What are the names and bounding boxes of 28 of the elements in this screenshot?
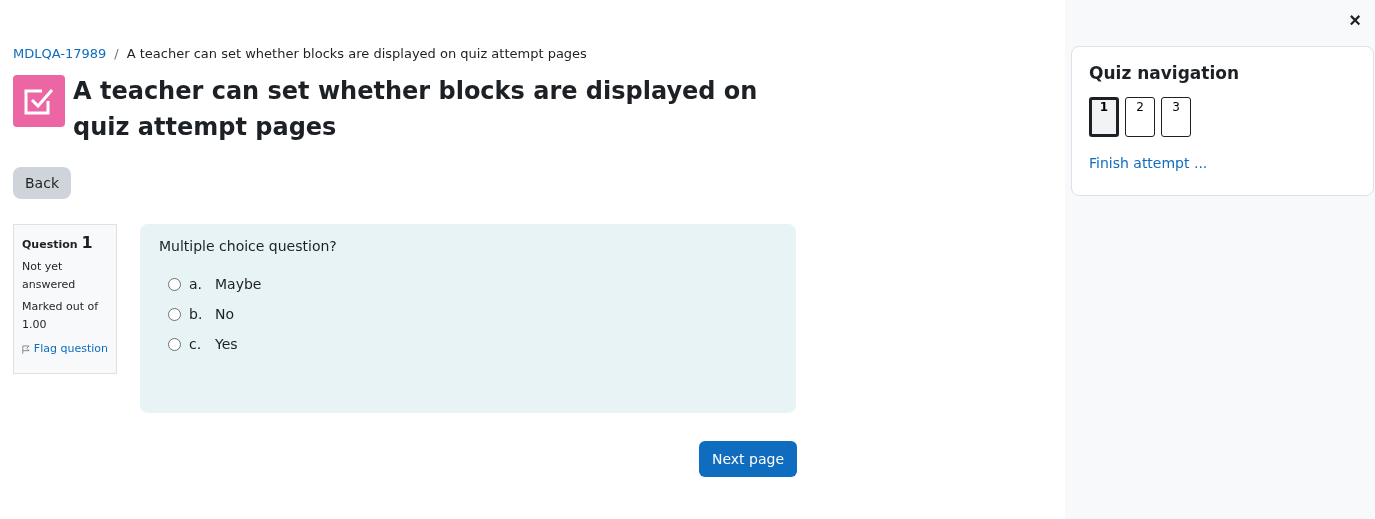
close-button[interactable]: × — [1349, 10, 1361, 30]
breadcrumb-link[interactable]: MDLQA-17989 — [13, 46, 107, 61]
question-status: Not yet answered — [22, 259, 77, 293]
breadcrumb-separator: / — [114, 46, 119, 61]
question-number-button[interactable]: 2 — [1125, 97, 1155, 137]
question-number-button[interactable]: 3 — [1161, 97, 1191, 137]
quiz-icon — [13, 75, 65, 127]
next-page-button[interactable]: Next page — [698, 441, 797, 477]
question-label: Question 1 — [22, 234, 94, 254]
option-letter: b. — [189, 306, 204, 322]
option-letter: a. — [189, 276, 204, 292]
option-label: No — [215, 306, 235, 322]
radio-button[interactable] — [168, 307, 181, 321]
question-text: Multiple choice question? — [159, 238, 338, 254]
card-title: Quiz navigation — [1089, 63, 1241, 83]
back-button[interactable]: Back — [13, 167, 71, 199]
flag-icon — [22, 343, 30, 355]
question-marks: Marked out of 1.00 — [22, 299, 100, 333]
option-label: Yes — [215, 336, 238, 352]
radio-button[interactable] — [168, 277, 181, 291]
option-label: Maybe — [215, 276, 262, 292]
breadcrumb-current: A teacher can set whether blocks are displayed on quiz attempt pages — [126, 46, 587, 61]
finish-attempt-link[interactable]: Finish attempt ... — [1089, 155, 1356, 171]
radio-button[interactable] — [168, 337, 181, 351]
question-number-button[interactable]: 1 — [1089, 97, 1119, 137]
flag-question-link[interactable]: Flag question — [22, 340, 108, 358]
page-title: A teacher can set whether blocks are displayed on quiz attempt pages — [73, 76, 759, 143]
option-letter: c. — [189, 336, 203, 352]
